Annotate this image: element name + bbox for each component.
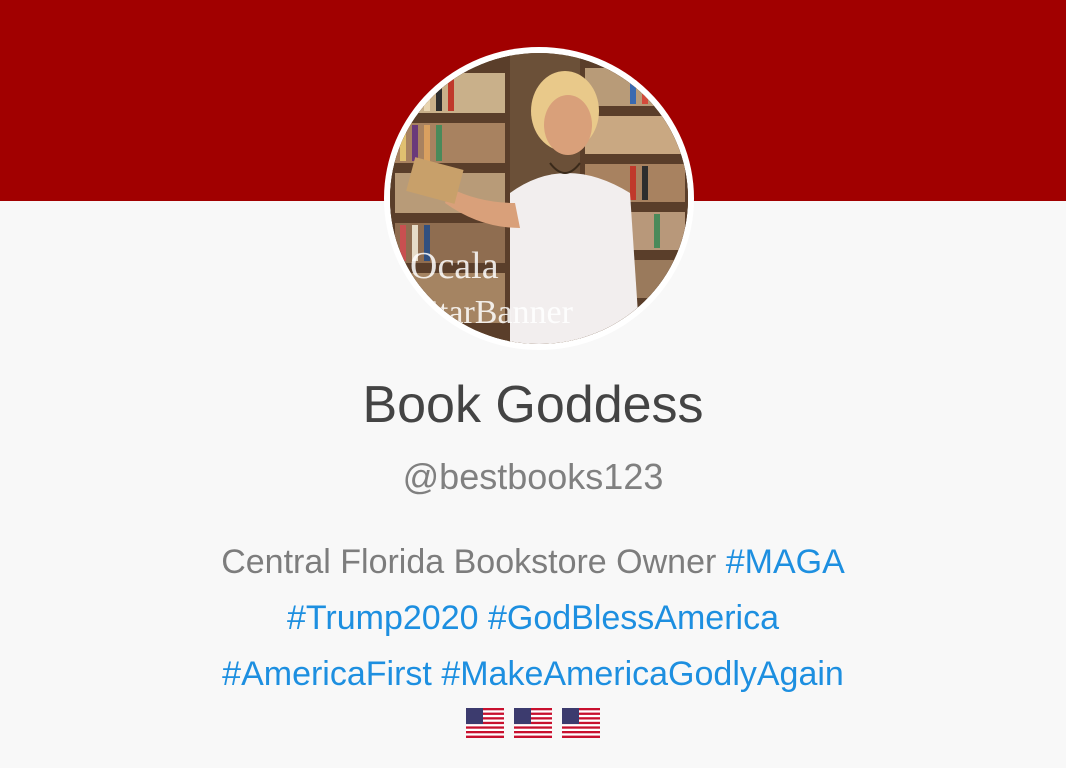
avatar-photo: Ocala StarBanner (390, 53, 688, 344)
display-name: Book Goddess (362, 376, 704, 434)
profile-bio: Central Florida Bookstore Owner #MAGA #T… (133, 534, 933, 702)
hashtag-link[interactable]: #GodBlessAmerica (488, 599, 779, 637)
hashtag-link[interactable]: #MAGA (726, 543, 845, 581)
bio-text: Central Florida Bookstore Owner (221, 543, 717, 581)
hashtag-link[interactable]: #Trump2020 (287, 599, 479, 637)
us-flag-icon (465, 708, 504, 738)
us-flag-icon (562, 708, 601, 738)
user-handle: @bestbooks123 (402, 456, 664, 497)
us-flag-icon (514, 708, 552, 738)
bio-emoji-row (0, 708, 1066, 748)
profile-avatar[interactable]: Ocala StarBanner (384, 47, 694, 350)
profile-page: Ocala StarBanner Book Goddess @bestbooks… (0, 0, 1066, 768)
hashtag-link[interactable]: #MakeAmericaGodlyAgain (441, 655, 844, 693)
avatar-watermark-line2: StarBanner (420, 294, 574, 331)
hashtag-link[interactable]: #AmericaFirst (222, 655, 432, 693)
avatar-photo-illustration: Ocala StarBanner (390, 53, 688, 344)
avatar-watermark-line1: Ocala (410, 245, 499, 287)
